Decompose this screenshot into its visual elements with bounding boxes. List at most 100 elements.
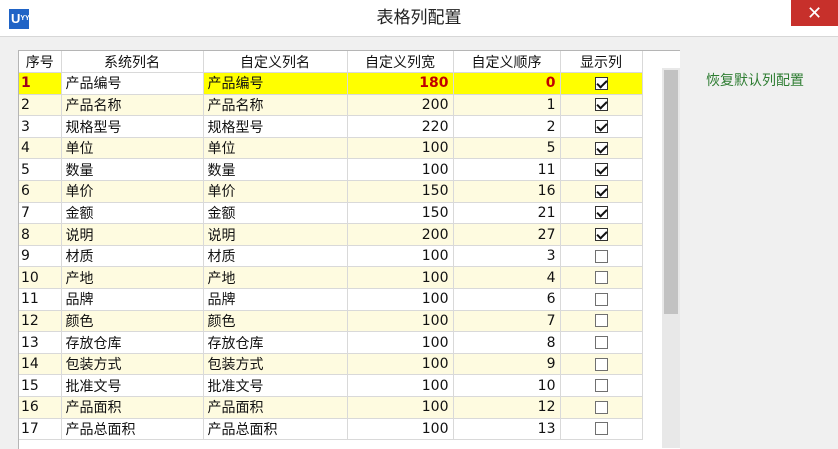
custom-width-cell[interactable]: 100 xyxy=(347,137,454,160)
custom-name-cell[interactable]: 金额 xyxy=(203,202,348,225)
col-header-seq[interactable]: 序号 xyxy=(19,51,62,74)
custom-width-cell[interactable]: 100 xyxy=(347,331,454,354)
custom-width-cell[interactable]: 100 xyxy=(347,374,454,397)
custom-order-cell[interactable]: 4 xyxy=(453,266,561,290)
custom-name-cell[interactable]: 产品面积 xyxy=(203,396,348,419)
custom-order-cell[interactable]: 6 xyxy=(453,288,561,311)
custom-width-cell[interactable]: 220 xyxy=(347,115,454,138)
custom-width-cell[interactable]: 200 xyxy=(347,223,454,246)
custom-order-cell[interactable]: 0 xyxy=(453,72,561,95)
table-row[interactable]: 4 单位 单位 100 5 xyxy=(19,137,643,160)
custom-width-cell[interactable]: 100 xyxy=(347,288,454,311)
show-column-cell xyxy=(560,418,643,441)
custom-name-cell[interactable]: 包装方式 xyxy=(203,353,348,376)
table-row[interactable]: 16 产品面积 产品面积 100 12 xyxy=(19,396,643,419)
custom-order-cell[interactable]: 3 xyxy=(453,245,561,268)
custom-width-cell[interactable]: 200 xyxy=(347,94,454,117)
col-header-custom-order[interactable]: 自定义顺序 xyxy=(453,51,561,74)
custom-name-cell[interactable]: 数量 xyxy=(203,158,348,182)
show-column-checkbox[interactable] xyxy=(594,206,608,220)
custom-width-cell[interactable]: 180 xyxy=(347,72,454,95)
custom-name-cell[interactable]: 产地 xyxy=(203,266,348,290)
show-column-checkbox[interactable] xyxy=(594,357,608,371)
custom-name-cell[interactable]: 单位 xyxy=(203,137,348,160)
vertical-scrollbar[interactable] xyxy=(662,68,680,448)
custom-width-cell[interactable]: 100 xyxy=(347,310,454,333)
custom-order-cell[interactable]: 2 xyxy=(453,115,561,138)
col-header-show[interactable]: 显示列 xyxy=(560,51,643,74)
show-column-checkbox[interactable] xyxy=(594,249,608,263)
custom-order-cell[interactable]: 16 xyxy=(453,180,561,203)
show-column-checkbox[interactable] xyxy=(594,400,608,414)
table-row[interactable]: 12 颜色 颜色 100 7 xyxy=(19,310,643,333)
custom-name-cell[interactable]: 材质 xyxy=(203,245,348,268)
custom-width-cell[interactable]: 150 xyxy=(347,202,454,225)
system-name-cell: 产地 xyxy=(61,266,204,290)
custom-width-cell[interactable]: 100 xyxy=(347,353,454,376)
show-column-checkbox[interactable] xyxy=(594,98,608,112)
custom-name-cell[interactable]: 单价 xyxy=(203,180,348,203)
col-header-system-name[interactable]: 系统列名 xyxy=(61,51,204,74)
custom-name-cell[interactable]: 规格型号 xyxy=(203,115,348,138)
custom-order-cell[interactable]: 27 xyxy=(453,223,561,246)
custom-order-cell[interactable]: 9 xyxy=(453,353,561,376)
table-row[interactable]: 6 单价 单价 150 16 xyxy=(19,180,643,203)
show-column-checkbox[interactable] xyxy=(594,184,608,198)
show-column-checkbox[interactable] xyxy=(594,163,608,177)
custom-order-cell[interactable]: 11 xyxy=(453,158,561,182)
system-name-cell: 包装方式 xyxy=(61,353,204,376)
restore-default-link[interactable]: 恢复默认列配置 xyxy=(706,70,804,90)
table-row[interactable]: 2 产品名称 产品名称 200 1 xyxy=(19,94,643,117)
custom-name-cell[interactable]: 品牌 xyxy=(203,288,348,311)
table-row[interactable]: 9 材质 材质 100 3 xyxy=(19,245,643,268)
custom-width-cell[interactable]: 100 xyxy=(347,245,454,268)
custom-order-cell[interactable]: 5 xyxy=(453,137,561,160)
table-row[interactable]: 14 包装方式 包装方式 100 9 xyxy=(19,353,643,376)
show-column-checkbox[interactable] xyxy=(594,379,608,393)
show-column-checkbox[interactable] xyxy=(594,271,608,285)
show-column-checkbox[interactable] xyxy=(594,422,608,436)
custom-width-cell[interactable]: 100 xyxy=(347,266,454,290)
show-column-checkbox[interactable] xyxy=(594,336,608,350)
show-column-cell xyxy=(560,396,643,419)
custom-order-cell[interactable]: 8 xyxy=(453,331,561,354)
table-row[interactable]: 3 规格型号 规格型号 220 2 xyxy=(19,115,643,138)
custom-name-cell[interactable]: 存放仓库 xyxy=(203,331,348,354)
custom-name-cell[interactable]: 批准文号 xyxy=(203,374,348,397)
custom-order-cell[interactable]: 13 xyxy=(453,418,561,441)
custom-name-cell[interactable]: 说明 xyxy=(203,223,348,246)
custom-order-cell[interactable]: 10 xyxy=(453,374,561,397)
custom-width-cell[interactable]: 150 xyxy=(347,180,454,203)
custom-width-cell[interactable]: 100 xyxy=(347,158,454,182)
table-row[interactable]: 11 品牌 品牌 100 6 xyxy=(19,288,643,311)
show-column-checkbox[interactable] xyxy=(594,141,608,155)
show-column-checkbox[interactable] xyxy=(594,120,608,134)
custom-width-cell[interactable]: 100 xyxy=(347,418,454,441)
close-button[interactable]: ✕ xyxy=(791,0,838,26)
custom-name-cell[interactable]: 产品总面积 xyxy=(203,418,348,441)
show-column-checkbox[interactable] xyxy=(594,314,608,328)
table-row[interactable]: 10 产地 产地 100 4 xyxy=(19,266,643,290)
col-header-custom-width[interactable]: 自定义列宽 xyxy=(347,51,454,74)
custom-order-cell[interactable]: 7 xyxy=(453,310,561,333)
show-column-checkbox[interactable] xyxy=(594,76,608,90)
show-column-cell xyxy=(560,94,643,117)
custom-order-cell[interactable]: 21 xyxy=(453,202,561,225)
col-header-custom-name[interactable]: 自定义列名 xyxy=(203,51,348,74)
show-column-checkbox[interactable] xyxy=(594,228,608,242)
custom-order-cell[interactable]: 12 xyxy=(453,396,561,419)
scrollbar-thumb[interactable] xyxy=(664,70,678,314)
table-row[interactable]: 8 说明 说明 200 27 xyxy=(19,223,643,246)
table-row[interactable]: 5 数量 数量 100 11 xyxy=(19,158,643,182)
custom-order-cell[interactable]: 1 xyxy=(453,94,561,117)
table-row[interactable]: 7 金额 金额 150 21 xyxy=(19,202,643,225)
table-row[interactable]: 17 产品总面积 产品总面积 100 13 xyxy=(19,418,643,441)
show-column-checkbox[interactable] xyxy=(594,292,608,306)
custom-width-cell[interactable]: 100 xyxy=(347,396,454,419)
custom-name-cell[interactable]: 颜色 xyxy=(203,310,348,333)
table-row[interactable]: 15 批准文号 批准文号 100 10 xyxy=(19,374,643,397)
custom-name-cell[interactable]: 产品编号 xyxy=(203,72,348,95)
table-row[interactable]: 13 存放仓库 存放仓库 100 8 xyxy=(19,331,643,354)
table-row[interactable]: 1 产品编号 产品编号 180 0 xyxy=(19,72,643,95)
custom-name-cell[interactable]: 产品名称 xyxy=(203,94,348,117)
